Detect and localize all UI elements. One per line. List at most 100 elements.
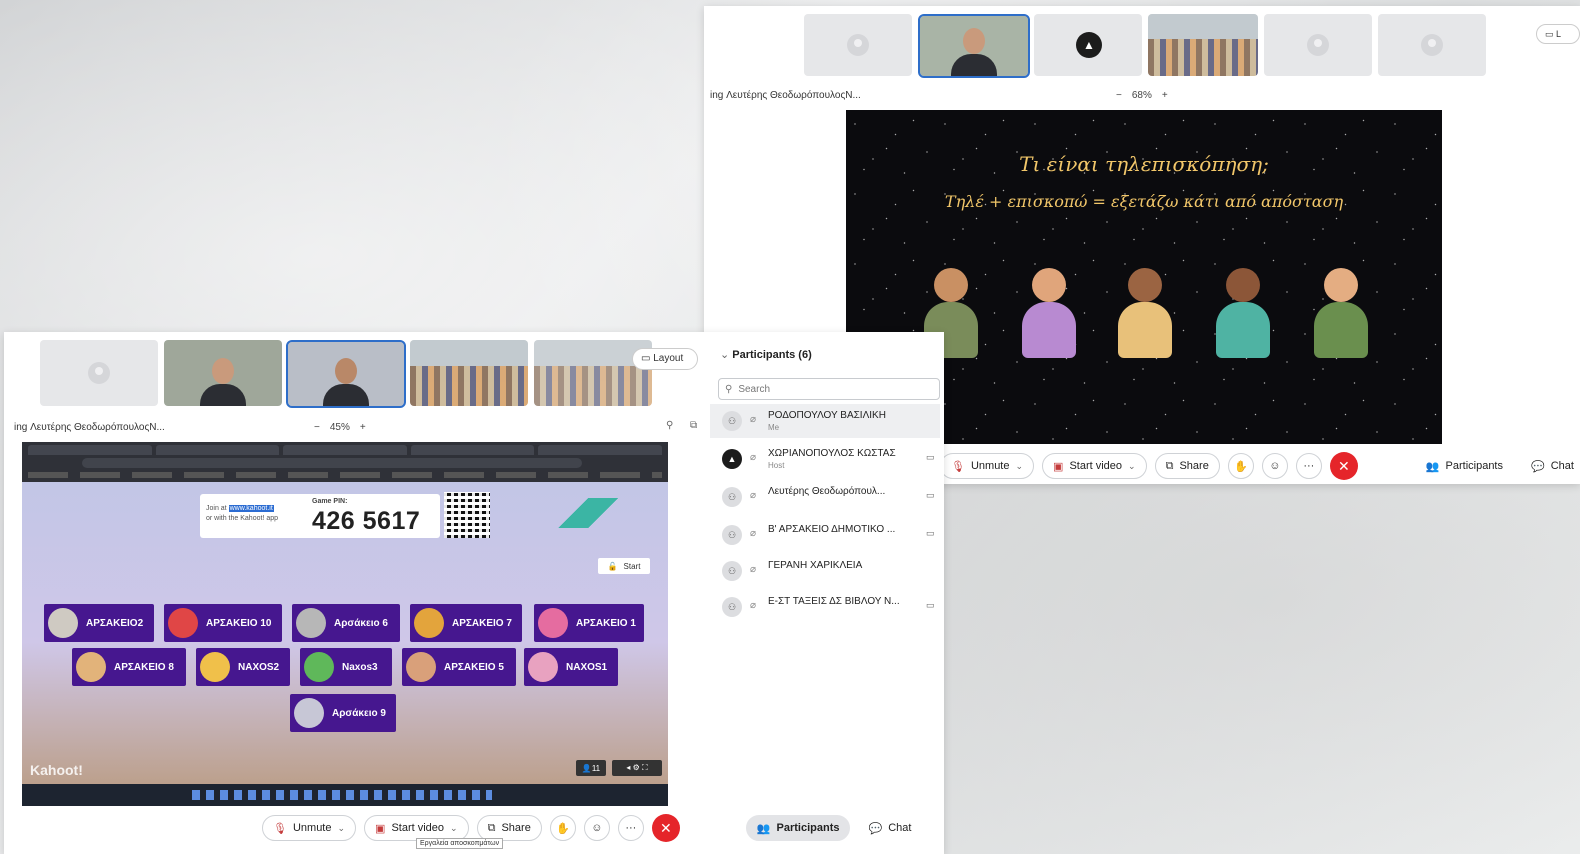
- video-off-icon: ▣: [375, 822, 386, 835]
- player-tile: ΑΡΣΑΚΕΙΟ 8: [72, 648, 186, 686]
- participants-search-input[interactable]: ⚲ Search: [718, 378, 940, 400]
- raise-hand-button[interactable]: ✋: [1227, 453, 1254, 479]
- video-thumb-1[interactable]: [40, 340, 158, 406]
- layout-button[interactable]: ▭ L: [1536, 24, 1580, 44]
- unmute-button[interactable]: 🎙 Unmute ⌄: [262, 815, 357, 841]
- more-options-button[interactable]: ···: [1295, 453, 1322, 479]
- participants-button[interactable]: 👥 Participants: [1416, 453, 1513, 479]
- hand-icon: ✋: [555, 822, 570, 835]
- start-video-button[interactable]: ▣ Start video ⌄: [1042, 453, 1147, 479]
- participant-row[interactable]: ⚇ ⌀ Λευτέρης Θεοδωρόπουλ... ▭: [710, 480, 940, 514]
- raise-hand-button[interactable]: ✋: [549, 815, 576, 841]
- browser-bar: [22, 442, 668, 482]
- zoom-control[interactable]: −45% +: [314, 422, 366, 433]
- smiley-icon: ☺: [1269, 460, 1281, 472]
- chat-button[interactable]: 💬 Chat: [1521, 453, 1580, 479]
- shared-screen-caption: ing Λευτέρης ΘεοδωρόπουλοςΝ...: [14, 422, 165, 433]
- kahoot-shared-screen: Join at www.kahoot.it or with the Kahoot!…: [22, 442, 668, 806]
- qr-code: [444, 492, 490, 538]
- video-off-icon: ▣: [1053, 460, 1064, 473]
- shared-screen-caption: ing Λευτέρης ΘεοδωρόπουλοςΝ...: [710, 90, 861, 101]
- participant-row[interactable]: ▲ ⌀ ΧΩΡΙΑΝΟΠΟΥΛΟΣ ΚΩΣΤΑΣ Host ▭: [710, 442, 940, 476]
- pin-label: Game PIN:: [312, 498, 348, 505]
- zoom-control[interactable]: −68% +: [1116, 90, 1168, 101]
- player-avatar-icon: [48, 608, 78, 638]
- camera-off-icon: ▭: [926, 600, 935, 610]
- share-button[interactable]: ⧉ Share: [1154, 453, 1220, 479]
- chevron-down-icon: ⌄: [450, 822, 458, 833]
- zoom-in-button[interactable]: +: [360, 422, 366, 433]
- video-thumb-5[interactable]: [534, 340, 652, 406]
- player-tile: Αρσάκειο 6: [292, 604, 400, 642]
- avatar-icon: ⚇: [722, 597, 742, 617]
- player-avatar-icon: [304, 652, 334, 682]
- kahoot-logo: Kahoot!: [30, 762, 83, 778]
- participant-video: [323, 354, 369, 406]
- player-count: 👤 11: [576, 760, 606, 776]
- share-icon: ⧉: [487, 821, 496, 834]
- start-game-button[interactable]: 🔓 Start: [598, 558, 650, 574]
- hand-icon: ✋: [1233, 460, 1248, 473]
- avatar-placeholder-icon: [88, 362, 110, 384]
- video-thumb-2[interactable]: [918, 14, 1030, 78]
- avatar-placeholder-icon: [847, 34, 869, 56]
- chevron-down-icon: ⌄: [1128, 460, 1136, 471]
- avatar-icon: ⚇: [722, 487, 742, 507]
- host-avatar-icon: ▲: [722, 449, 742, 469]
- kahoot-controls[interactable]: ◂ ⚙ ⛶: [612, 760, 662, 776]
- video-thumb-2[interactable]: [164, 340, 282, 406]
- chevron-down-icon: ⌄: [720, 349, 733, 361]
- pin-icon[interactable]: ⚲: [666, 420, 673, 431]
- join-instructions: Join at www.kahoot.it or with the Kahoot!…: [206, 505, 278, 522]
- participants-button[interactable]: 👥 Participants: [745, 815, 851, 841]
- player-avatar-icon: [406, 652, 436, 682]
- video-thumb-4[interactable]: [410, 340, 528, 406]
- classroom-video: [534, 340, 652, 406]
- video-thumb-4[interactable]: [1148, 14, 1258, 76]
- join-url[interactable]: www.kahoot.it: [228, 505, 274, 512]
- reactions-button[interactable]: ☺: [583, 815, 610, 841]
- mic-muted-icon: ⌀: [750, 600, 757, 611]
- participants-title[interactable]: ⌄ Participants (6): [720, 348, 812, 361]
- participant-row[interactable]: ⚇ ⌀ ΡΟΔΟΠΟΥΛΟΥ ΒΑΣΙΛΙΚΗ Me: [710, 404, 940, 438]
- illustration-drinking: [1014, 268, 1084, 358]
- unmute-button[interactable]: 🎙 Unmute ⌄: [940, 453, 1035, 479]
- player-avatar-icon: [528, 652, 558, 682]
- video-thumb-5[interactable]: [1264, 14, 1372, 76]
- camera-off-icon: ▭: [926, 452, 935, 462]
- zoom-out-button[interactable]: −: [314, 422, 320, 433]
- video-thumb-3[interactable]: ▲: [1034, 14, 1142, 76]
- mic-muted-icon: 🎙: [951, 460, 965, 473]
- zoom-level: 68%: [1131, 90, 1152, 101]
- host-logo-icon: ▲: [1076, 32, 1102, 58]
- avatar-icon: ⚇: [722, 525, 742, 545]
- participant-row[interactable]: ⚇ ⌀ ΓΕΡΑΝΗ ΧΑΡΙΚΛΕΙΑ: [710, 554, 940, 588]
- participants-panel: ⌄ Participants (6) ⚲ Search ⚇ ⌀ ΡΟΔΟΠΟΥΛΟΥ …: [710, 332, 944, 802]
- end-call-button[interactable]: ✕: [651, 814, 680, 842]
- video-thumb-1[interactable]: [804, 14, 912, 76]
- video-thumb-3[interactable]: [286, 340, 406, 408]
- popout-icon[interactable]: ⧉: [690, 420, 697, 431]
- player-tile: ΑΡΣΑΚΕΙΟ 5: [402, 648, 516, 686]
- participant-row[interactable]: ⚇ ⌀ Β' ΑΡΣΑΚΕΙΟ ΔΗΜΟΤΙΚΟ ... ▭: [710, 518, 940, 552]
- game-pin-box: Join at www.kahoot.it or with the Kahoot!…: [200, 494, 440, 538]
- person-icon: 👤: [581, 763, 592, 773]
- reactions-button[interactable]: ☺: [1261, 453, 1288, 479]
- end-call-button[interactable]: ✕: [1329, 452, 1358, 480]
- mic-muted-icon: 🎙: [273, 822, 287, 835]
- search-icon: ⚲: [725, 383, 733, 395]
- smiley-icon: ☺: [591, 822, 603, 834]
- zoom-out-button[interactable]: −: [1116, 90, 1122, 101]
- slide-subtitle: Τηλέ + επισκοπώ = εξετάζω κάτι από απόστ…: [944, 192, 1344, 211]
- chat-button[interactable]: 💬 Chat: [858, 815, 921, 841]
- mic-muted-icon: ⌀: [750, 452, 757, 463]
- meeting-window-left: ▭ Layout ing Λευτέρης ΘεοδωρόπουλοςΝ... …: [4, 332, 944, 854]
- participant-row[interactable]: ⚇ ⌀ Ε-ΣΤ ΤΑΞΕΙΣ ΔΣ ΒΙΒΛΟΥ Ν... ▭: [710, 590, 940, 624]
- video-thumb-6[interactable]: [1378, 14, 1486, 76]
- decor-pennants: [528, 498, 648, 528]
- player-avatar-icon: [296, 608, 326, 638]
- layout-button[interactable]: ▭ Layout: [632, 348, 698, 370]
- zoom-in-button[interactable]: +: [1162, 90, 1168, 101]
- layout-icon: ▭: [1545, 29, 1557, 39]
- more-options-button[interactable]: ···: [617, 815, 644, 841]
